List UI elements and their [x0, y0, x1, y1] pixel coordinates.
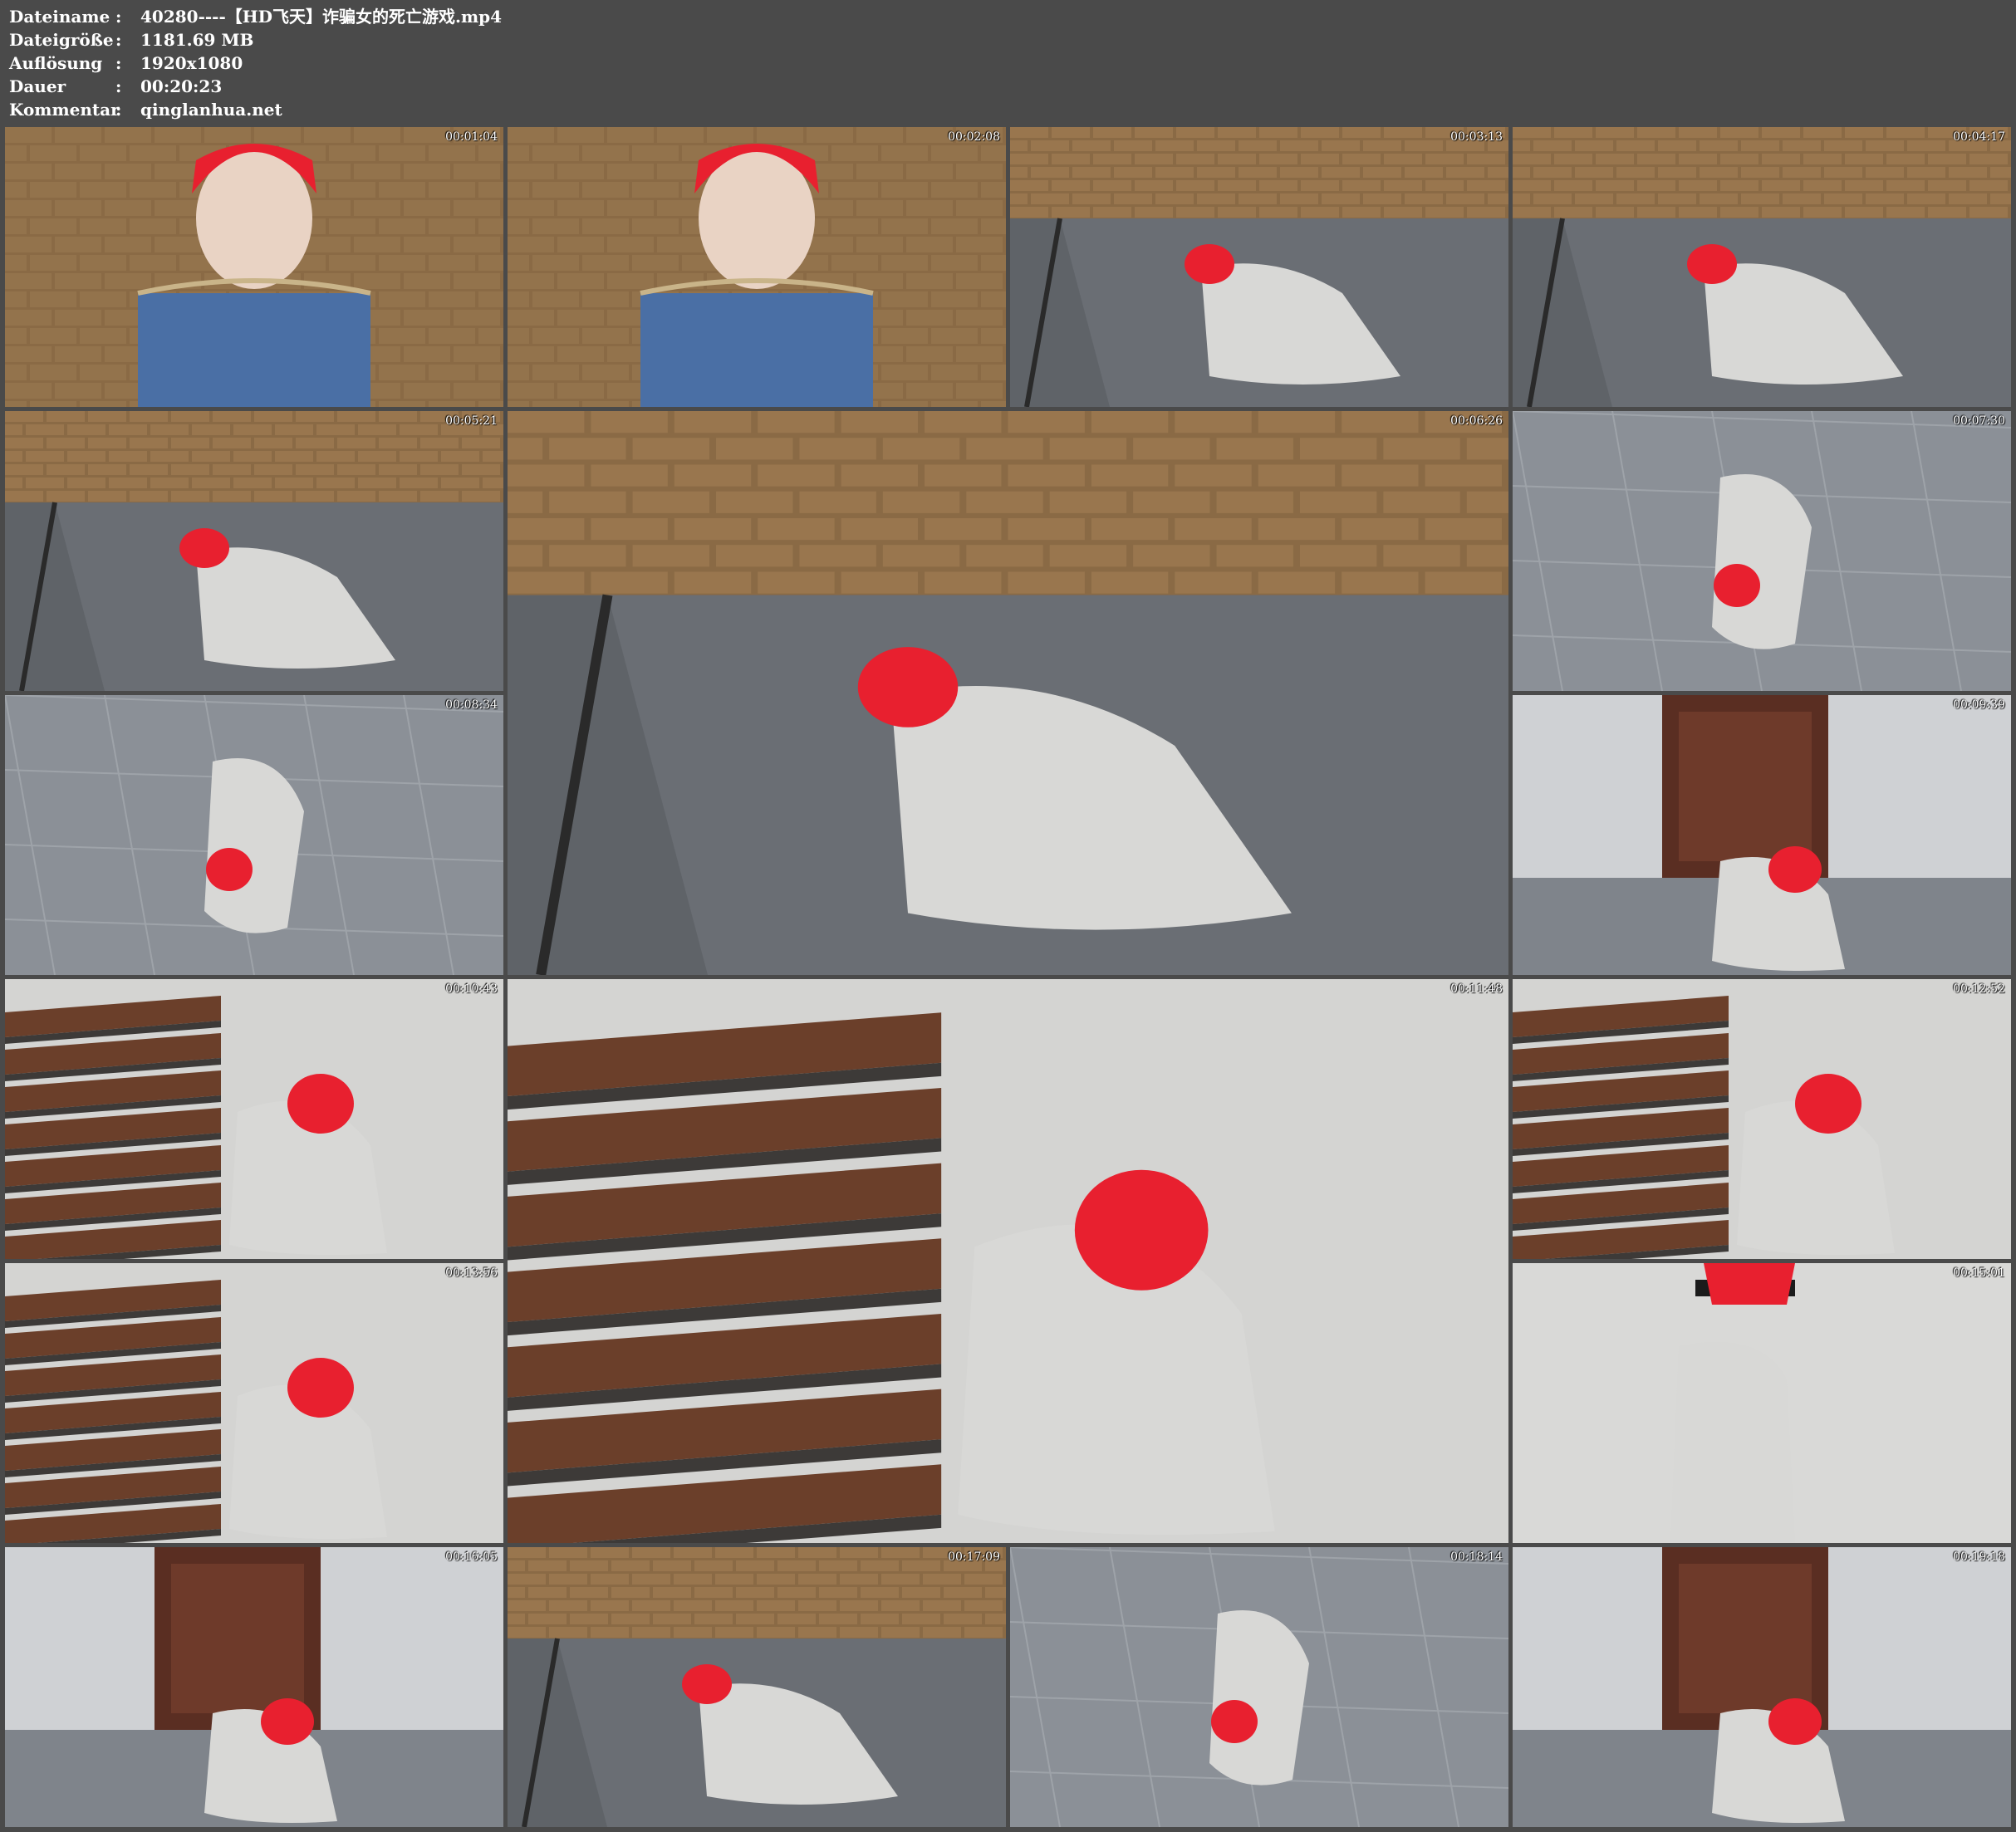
video-frame-thumbnail: 00:11:48 — [508, 979, 1508, 1543]
info-value: 40280----【HD飞天】诈骗女的死亡游戏.mp4 — [140, 7, 503, 27]
info-key: Kommentar — [9, 100, 120, 120]
frame-image — [1513, 979, 2011, 1259]
info-separator: : — [115, 30, 122, 50]
video-frame-thumbnail: 00:15:01 — [1513, 1263, 2011, 1543]
video-frame-thumbnail: 00:09:39 — [1513, 695, 2011, 975]
info-row: Auflösung:1920x1080 — [9, 51, 502, 75]
frame-timestamp: 00:18:14 — [1450, 1550, 1503, 1564]
frame-timestamp: 00:19:18 — [1953, 1550, 2005, 1564]
video-frame-thumbnail: 00:16:05 — [5, 1547, 503, 1827]
frame-image — [1513, 1263, 2011, 1543]
video-frame-thumbnail: 00:01:04 — [5, 127, 503, 407]
video-frame-thumbnail: 00:05:21 — [5, 411, 503, 691]
frame-timestamp: 00:03:13 — [1450, 130, 1503, 144]
info-value: 00:20:23 — [140, 76, 223, 96]
frame-timestamp: 00:15:01 — [1953, 1266, 2005, 1280]
frame-timestamp: 00:09:39 — [1953, 698, 2005, 712]
frame-timestamp: 00:01:04 — [445, 130, 498, 144]
info-separator: : — [115, 76, 122, 96]
info-key: Dauer — [9, 76, 66, 96]
file-info-panel: Dateiname:40280----【HD飞天】诈骗女的死亡游戏.mp4 Dat… — [9, 5, 502, 121]
info-key: Auflösung — [9, 53, 103, 73]
frame-timestamp: 00:07:30 — [1953, 414, 2005, 428]
info-separator: : — [115, 100, 122, 120]
info-key: Dateigröße — [9, 30, 114, 50]
frame-image — [508, 979, 1508, 1543]
video-frame-thumbnail: 00:07:30 — [1513, 411, 2011, 691]
video-frame-thumbnail: 00:03:13 — [1010, 127, 1508, 407]
frame-timestamp: 00:13:56 — [445, 1266, 498, 1280]
frame-image — [1513, 127, 2011, 407]
frame-image — [1513, 1547, 2011, 1827]
video-frame-thumbnail: 00:02:08 — [508, 127, 1006, 407]
info-value: qinglanhua.net — [140, 100, 282, 120]
video-frame-thumbnail: 00:04:17 — [1513, 127, 2011, 407]
info-value: 1920x1080 — [140, 53, 243, 73]
frame-image — [1513, 695, 2011, 975]
frame-timestamp: 00:05:21 — [445, 414, 498, 428]
video-frame-thumbnail: 00:17:09 — [508, 1547, 1006, 1827]
frame-timestamp: 00:16:05 — [445, 1550, 498, 1564]
frame-image — [508, 1547, 1006, 1827]
info-row: Dauer:00:20:23 — [9, 75, 502, 98]
frame-image — [1010, 1547, 1508, 1827]
video-frame-thumbnail: 00:18:14 — [1010, 1547, 1508, 1827]
video-frame-thumbnail: 00:19:18 — [1513, 1547, 2011, 1827]
frame-image — [5, 1547, 503, 1827]
frame-timestamp: 00:12:52 — [1953, 982, 2005, 996]
info-key: Dateiname — [9, 7, 110, 27]
frame-timestamp: 00:08:34 — [445, 698, 498, 712]
frame-timestamp: 00:04:17 — [1953, 130, 2005, 144]
frame-image — [5, 127, 503, 407]
frame-image — [5, 411, 503, 691]
info-separator: : — [115, 7, 122, 27]
frame-image — [5, 1263, 503, 1543]
video-frame-thumbnail: 00:13:56 — [5, 1263, 503, 1543]
frame-timestamp: 00:06:26 — [1450, 414, 1503, 428]
frame-image — [1010, 127, 1508, 407]
video-frame-thumbnail: 00:06:26 — [508, 411, 1508, 975]
frame-image — [5, 979, 503, 1259]
video-frame-thumbnail: 00:10:43 — [5, 979, 503, 1259]
frame-timestamp: 00:17:09 — [948, 1550, 1000, 1564]
info-row: Kommentar: qinglanhua.net — [9, 98, 502, 121]
info-separator: : — [115, 53, 122, 73]
frame-timestamp: 00:11:48 — [1450, 982, 1503, 996]
frame-image — [1513, 411, 2011, 691]
info-row: Dateiname:40280----【HD飞天】诈骗女的死亡游戏.mp4 — [9, 5, 502, 28]
video-frame-thumbnail: 00:12:52 — [1513, 979, 2011, 1259]
info-row: Dateigröße:1181.69 MB — [9, 28, 502, 51]
frame-image — [508, 127, 1006, 407]
frame-timestamp: 00:02:08 — [948, 130, 1000, 144]
frame-image — [5, 695, 503, 975]
frame-timestamp: 00:10:43 — [445, 982, 498, 996]
info-value: 1181.69 MB — [140, 30, 254, 50]
video-frame-thumbnail: 00:08:34 — [5, 695, 503, 975]
frame-image — [508, 411, 1508, 975]
